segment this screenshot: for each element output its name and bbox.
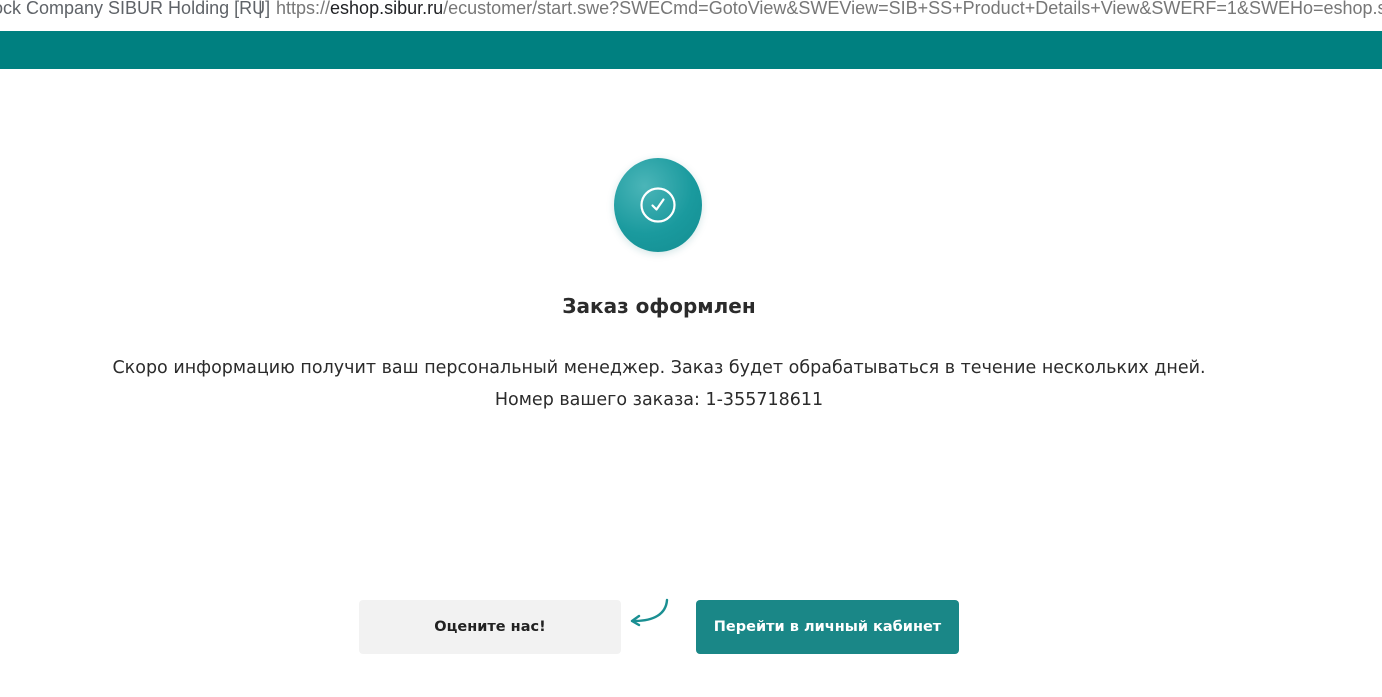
url-text[interactable]: https://eshop.sibur.ru/ecustomer/start.s…: [276, 0, 1382, 18]
address-separator: |: [258, 0, 263, 18]
check-circle-icon: [614, 158, 702, 252]
url-path: /ecustomer/start.swe?SWECmd=GotoView&SWE…: [443, 0, 1382, 18]
site-header-band: [0, 31, 1382, 69]
go-to-cabinet-button[interactable]: Перейти в личный кабинет: [696, 600, 959, 654]
curved-arrow-icon: [630, 598, 669, 627]
order-number-label: Номер вашего заказа:: [494, 390, 700, 410]
order-number-value: 1-355718611: [705, 390, 824, 410]
order-number-line: Номер вашего заказа: 1-355718611: [0, 389, 1318, 411]
site-identity: ock Company SIBUR Holding [RU]: [0, 0, 271, 18]
page-title: Заказ оформлен: [562, 294, 756, 318]
rate-us-button[interactable]: Оцените нас!: [359, 600, 621, 654]
url-prefix: https://: [276, 0, 331, 18]
status-message: Скоро информацию получит ваш персональны…: [112, 358, 1206, 378]
address-bar-bottom: [0, 23, 1382, 31]
checkmark-icon: [640, 187, 676, 223]
url-host: eshop.sibur.ru: [330, 0, 444, 18]
